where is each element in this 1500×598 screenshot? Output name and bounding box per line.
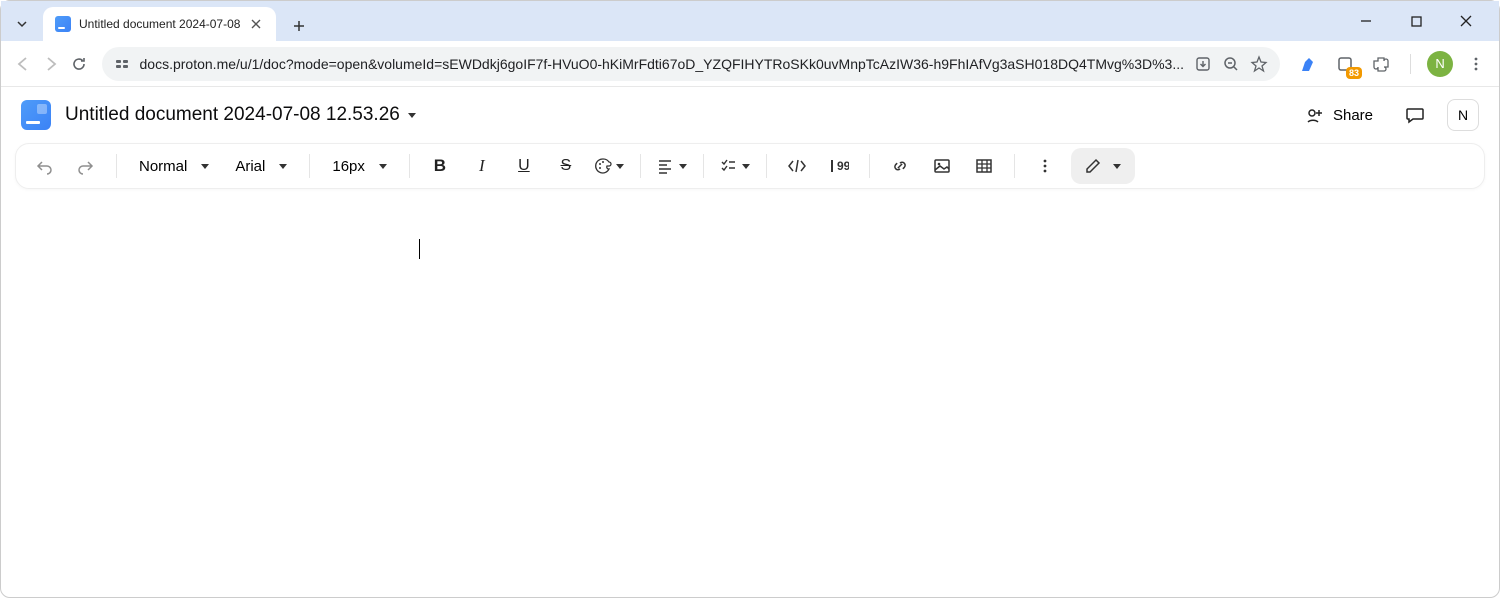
paragraph-style-select[interactable]: Normal [127, 148, 221, 184]
separator [766, 154, 767, 178]
extension-badge-icon[interactable]: 83 [1332, 51, 1358, 77]
palette-icon [594, 157, 612, 175]
extension-pen-icon[interactable] [1296, 51, 1322, 77]
document-title-dropdown[interactable]: Untitled document 2024-07-08 12.53.26 [65, 104, 416, 126]
chevron-down-icon [379, 164, 387, 169]
image-icon [933, 157, 951, 175]
align-left-icon [657, 158, 673, 174]
style-label: Normal [139, 158, 187, 175]
zoom-icon[interactable] [1222, 55, 1240, 73]
user-initial: N [1458, 107, 1468, 123]
minimize-button[interactable] [1351, 6, 1381, 36]
browser-menu-button[interactable] [1463, 51, 1489, 77]
extensions-area: 83 N [1290, 51, 1489, 77]
tab-search-dropdown[interactable] [5, 7, 39, 41]
chevron-down-icon [742, 164, 750, 169]
separator [309, 154, 310, 178]
separator [640, 154, 641, 178]
more-options-button[interactable] [1025, 148, 1065, 184]
separator [409, 154, 410, 178]
reload-button[interactable] [67, 47, 91, 81]
browser-tab[interactable]: Untitled document 2024-07-08 [43, 7, 276, 41]
font-size-select[interactable]: 16px [320, 148, 399, 184]
new-tab-button[interactable] [284, 11, 314, 41]
chevron-down-icon [279, 164, 287, 169]
url-text: docs.proton.me/u/1/doc?mode=open&volumeI… [140, 56, 1185, 72]
comment-icon [1405, 105, 1425, 125]
close-window-button[interactable] [1451, 6, 1481, 36]
checklist-icon [720, 158, 736, 174]
pencil-icon [1085, 158, 1101, 174]
extensions-puzzle-icon[interactable] [1368, 51, 1394, 77]
chevron-down-icon [201, 164, 209, 169]
image-button[interactable] [922, 148, 962, 184]
code-icon [787, 158, 807, 174]
divider [1410, 54, 1411, 74]
user-menu-button[interactable]: N [1447, 99, 1479, 131]
undo-button[interactable] [24, 148, 64, 184]
app-logo-icon[interactable] [21, 100, 51, 130]
omnibox[interactable]: docs.proton.me/u/1/doc?mode=open&volumeI… [102, 47, 1281, 81]
bookmark-icon[interactable] [1250, 55, 1268, 73]
chevron-down-icon [408, 113, 416, 118]
separator [116, 154, 117, 178]
link-icon [891, 157, 909, 175]
strikethrough-button[interactable]: S [546, 148, 586, 184]
editing-mode-button[interactable] [1071, 148, 1135, 184]
share-label: Share [1333, 107, 1373, 124]
separator [703, 154, 704, 178]
size-label: 16px [332, 158, 365, 175]
table-icon [975, 157, 993, 175]
bold-button[interactable]: B [420, 148, 460, 184]
share-button[interactable]: Share [1295, 99, 1383, 131]
app-header: Untitled document 2024-07-08 12.53.26 Sh… [1, 87, 1499, 143]
svg-text:99: 99 [837, 159, 849, 173]
back-button[interactable] [11, 47, 35, 81]
text-cursor [419, 239, 420, 259]
tab-favicon-icon [55, 16, 71, 32]
site-info-icon[interactable] [114, 56, 130, 72]
install-icon[interactable] [1194, 55, 1212, 73]
more-vertical-icon [1037, 158, 1053, 174]
quote-button[interactable]: 99 [819, 148, 859, 184]
tab-title: Untitled document 2024-07-08 [79, 17, 240, 31]
formatting-toolbar: Normal Arial 16px B I U S 99 [15, 143, 1485, 189]
separator [869, 154, 870, 178]
chevron-down-icon [616, 164, 624, 169]
address-bar-row: docs.proton.me/u/1/doc?mode=open&volumeI… [1, 41, 1499, 87]
italic-button[interactable]: I [462, 148, 502, 184]
checklist-button[interactable] [714, 148, 756, 184]
code-block-button[interactable] [777, 148, 817, 184]
document-title: Untitled document 2024-07-08 12.53.26 [65, 104, 400, 126]
document-canvas[interactable] [1, 199, 1499, 259]
table-button[interactable] [964, 148, 1004, 184]
separator [1014, 154, 1015, 178]
share-icon [1305, 105, 1325, 125]
redo-button[interactable] [66, 148, 106, 184]
forward-button[interactable] [39, 47, 63, 81]
align-button[interactable] [651, 148, 693, 184]
tab-close-button[interactable] [248, 16, 264, 32]
profile-initial: N [1435, 56, 1444, 71]
text-color-button[interactable] [588, 148, 630, 184]
comments-button[interactable] [1397, 97, 1433, 133]
font-family-select[interactable]: Arial [223, 148, 299, 184]
quote-icon: 99 [829, 158, 849, 174]
chevron-down-icon [1113, 164, 1121, 169]
browser-titlebar: Untitled document 2024-07-08 [1, 1, 1499, 41]
chevron-down-icon [679, 164, 687, 169]
extension-badge-count: 83 [1346, 67, 1362, 79]
underline-button[interactable]: U [504, 148, 544, 184]
browser-profile-avatar[interactable]: N [1427, 51, 1453, 77]
window-controls [1351, 6, 1491, 36]
link-button[interactable] [880, 148, 920, 184]
maximize-button[interactable] [1401, 6, 1431, 36]
font-label: Arial [235, 158, 265, 175]
